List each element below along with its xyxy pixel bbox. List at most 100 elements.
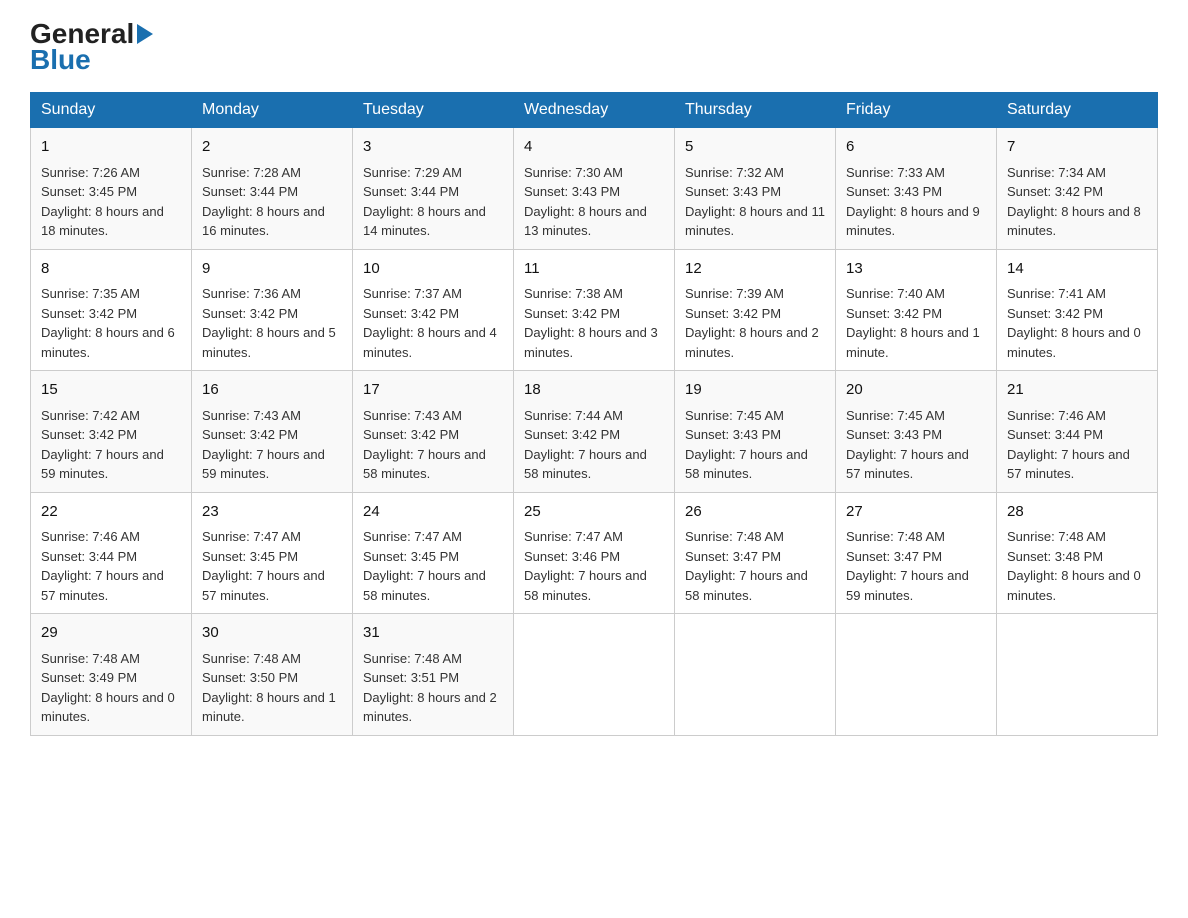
day-info: Sunrise: 7:26 AMSunset: 3:45 PMDaylight:… — [41, 165, 164, 239]
calendar-cell — [836, 614, 997, 736]
day-info: Sunrise: 7:32 AMSunset: 3:43 PMDaylight:… — [685, 165, 825, 239]
day-info: Sunrise: 7:35 AMSunset: 3:42 PMDaylight:… — [41, 286, 175, 360]
calendar-header: Sunday Monday Tuesday Wednesday Thursday… — [31, 93, 1158, 128]
calendar-cell: 1 Sunrise: 7:26 AMSunset: 3:45 PMDayligh… — [31, 128, 192, 250]
header-saturday: Saturday — [997, 93, 1158, 128]
day-info: Sunrise: 7:43 AMSunset: 3:42 PMDaylight:… — [202, 408, 325, 482]
day-info: Sunrise: 7:47 AMSunset: 3:45 PMDaylight:… — [202, 529, 325, 603]
day-info: Sunrise: 7:45 AMSunset: 3:43 PMDaylight:… — [685, 408, 808, 482]
day-info: Sunrise: 7:46 AMSunset: 3:44 PMDaylight:… — [1007, 408, 1130, 482]
day-number: 17 — [363, 379, 503, 402]
day-info: Sunrise: 7:46 AMSunset: 3:44 PMDaylight:… — [41, 529, 164, 603]
day-number: 25 — [524, 501, 664, 524]
day-info: Sunrise: 7:39 AMSunset: 3:42 PMDaylight:… — [685, 286, 819, 360]
day-number: 5 — [685, 136, 825, 159]
day-info: Sunrise: 7:34 AMSunset: 3:42 PMDaylight:… — [1007, 165, 1141, 239]
day-number: 26 — [685, 501, 825, 524]
day-number: 2 — [202, 136, 342, 159]
calendar-cell: 19 Sunrise: 7:45 AMSunset: 3:43 PMDaylig… — [675, 371, 836, 493]
day-info: Sunrise: 7:48 AMSunset: 3:50 PMDaylight:… — [202, 651, 336, 725]
day-info: Sunrise: 7:42 AMSunset: 3:42 PMDaylight:… — [41, 408, 164, 482]
day-number: 19 — [685, 379, 825, 402]
day-number: 13 — [846, 258, 986, 281]
day-info: Sunrise: 7:45 AMSunset: 3:43 PMDaylight:… — [846, 408, 969, 482]
day-number: 12 — [685, 258, 825, 281]
header-row: Sunday Monday Tuesday Wednesday Thursday… — [31, 93, 1158, 128]
header-wednesday: Wednesday — [514, 93, 675, 128]
day-info: Sunrise: 7:48 AMSunset: 3:47 PMDaylight:… — [685, 529, 808, 603]
day-number: 4 — [524, 136, 664, 159]
header-tuesday: Tuesday — [353, 93, 514, 128]
calendar-cell — [675, 614, 836, 736]
day-number: 10 — [363, 258, 503, 281]
logo-arrow-icon — [137, 24, 153, 44]
day-info: Sunrise: 7:47 AMSunset: 3:46 PMDaylight:… — [524, 529, 647, 603]
day-info: Sunrise: 7:48 AMSunset: 3:47 PMDaylight:… — [846, 529, 969, 603]
day-info: Sunrise: 7:48 AMSunset: 3:49 PMDaylight:… — [41, 651, 175, 725]
day-number: 18 — [524, 379, 664, 402]
calendar-week-1: 1 Sunrise: 7:26 AMSunset: 3:45 PMDayligh… — [31, 128, 1158, 250]
day-number: 20 — [846, 379, 986, 402]
calendar-week-4: 22 Sunrise: 7:46 AMSunset: 3:44 PMDaylig… — [31, 492, 1158, 614]
day-number: 11 — [524, 258, 664, 281]
calendar-week-5: 29 Sunrise: 7:48 AMSunset: 3:49 PMDaylig… — [31, 614, 1158, 736]
calendar-week-2: 8 Sunrise: 7:35 AMSunset: 3:42 PMDayligh… — [31, 249, 1158, 371]
header-monday: Monday — [192, 93, 353, 128]
day-info: Sunrise: 7:40 AMSunset: 3:42 PMDaylight:… — [846, 286, 980, 360]
calendar-cell: 15 Sunrise: 7:42 AMSunset: 3:42 PMDaylig… — [31, 371, 192, 493]
day-info: Sunrise: 7:30 AMSunset: 3:43 PMDaylight:… — [524, 165, 647, 239]
day-info: Sunrise: 7:36 AMSunset: 3:42 PMDaylight:… — [202, 286, 336, 360]
calendar-cell: 8 Sunrise: 7:35 AMSunset: 3:42 PMDayligh… — [31, 249, 192, 371]
day-number: 15 — [41, 379, 181, 402]
page-header: General Blue — [30, 20, 1158, 74]
logo-blue: Blue — [30, 46, 91, 74]
day-info: Sunrise: 7:33 AMSunset: 3:43 PMDaylight:… — [846, 165, 980, 239]
calendar-cell: 9 Sunrise: 7:36 AMSunset: 3:42 PMDayligh… — [192, 249, 353, 371]
calendar-cell: 2 Sunrise: 7:28 AMSunset: 3:44 PMDayligh… — [192, 128, 353, 250]
calendar-table: Sunday Monday Tuesday Wednesday Thursday… — [30, 92, 1158, 736]
calendar-cell: 5 Sunrise: 7:32 AMSunset: 3:43 PMDayligh… — [675, 128, 836, 250]
day-number: 28 — [1007, 501, 1147, 524]
day-number: 1 — [41, 136, 181, 159]
day-number: 31 — [363, 622, 503, 645]
day-info: Sunrise: 7:38 AMSunset: 3:42 PMDaylight:… — [524, 286, 658, 360]
day-number: 14 — [1007, 258, 1147, 281]
calendar-cell: 23 Sunrise: 7:47 AMSunset: 3:45 PMDaylig… — [192, 492, 353, 614]
calendar-cell: 10 Sunrise: 7:37 AMSunset: 3:42 PMDaylig… — [353, 249, 514, 371]
calendar-cell: 24 Sunrise: 7:47 AMSunset: 3:45 PMDaylig… — [353, 492, 514, 614]
day-number: 16 — [202, 379, 342, 402]
day-info: Sunrise: 7:29 AMSunset: 3:44 PMDaylight:… — [363, 165, 486, 239]
day-info: Sunrise: 7:28 AMSunset: 3:44 PMDaylight:… — [202, 165, 325, 239]
day-number: 22 — [41, 501, 181, 524]
calendar-cell: 25 Sunrise: 7:47 AMSunset: 3:46 PMDaylig… — [514, 492, 675, 614]
day-number: 27 — [846, 501, 986, 524]
calendar-body: 1 Sunrise: 7:26 AMSunset: 3:45 PMDayligh… — [31, 128, 1158, 736]
day-info: Sunrise: 7:48 AMSunset: 3:51 PMDaylight:… — [363, 651, 497, 725]
calendar-cell: 7 Sunrise: 7:34 AMSunset: 3:42 PMDayligh… — [997, 128, 1158, 250]
calendar-cell: 28 Sunrise: 7:48 AMSunset: 3:48 PMDaylig… — [997, 492, 1158, 614]
day-number: 7 — [1007, 136, 1147, 159]
day-info: Sunrise: 7:47 AMSunset: 3:45 PMDaylight:… — [363, 529, 486, 603]
calendar-cell: 22 Sunrise: 7:46 AMSunset: 3:44 PMDaylig… — [31, 492, 192, 614]
day-info: Sunrise: 7:41 AMSunset: 3:42 PMDaylight:… — [1007, 286, 1141, 360]
header-friday: Friday — [836, 93, 997, 128]
calendar-cell — [997, 614, 1158, 736]
calendar-cell: 11 Sunrise: 7:38 AMSunset: 3:42 PMDaylig… — [514, 249, 675, 371]
day-info: Sunrise: 7:48 AMSunset: 3:48 PMDaylight:… — [1007, 529, 1141, 603]
calendar-cell: 16 Sunrise: 7:43 AMSunset: 3:42 PMDaylig… — [192, 371, 353, 493]
day-info: Sunrise: 7:43 AMSunset: 3:42 PMDaylight:… — [363, 408, 486, 482]
day-number: 8 — [41, 258, 181, 281]
day-number: 30 — [202, 622, 342, 645]
calendar-cell: 12 Sunrise: 7:39 AMSunset: 3:42 PMDaylig… — [675, 249, 836, 371]
calendar-cell: 27 Sunrise: 7:48 AMSunset: 3:47 PMDaylig… — [836, 492, 997, 614]
calendar-cell: 18 Sunrise: 7:44 AMSunset: 3:42 PMDaylig… — [514, 371, 675, 493]
logo: General Blue — [30, 20, 153, 74]
day-number: 9 — [202, 258, 342, 281]
header-thursday: Thursday — [675, 93, 836, 128]
calendar-cell: 30 Sunrise: 7:48 AMSunset: 3:50 PMDaylig… — [192, 614, 353, 736]
day-info: Sunrise: 7:44 AMSunset: 3:42 PMDaylight:… — [524, 408, 647, 482]
calendar-cell: 6 Sunrise: 7:33 AMSunset: 3:43 PMDayligh… — [836, 128, 997, 250]
calendar-cell: 20 Sunrise: 7:45 AMSunset: 3:43 PMDaylig… — [836, 371, 997, 493]
day-number: 3 — [363, 136, 503, 159]
day-number: 21 — [1007, 379, 1147, 402]
